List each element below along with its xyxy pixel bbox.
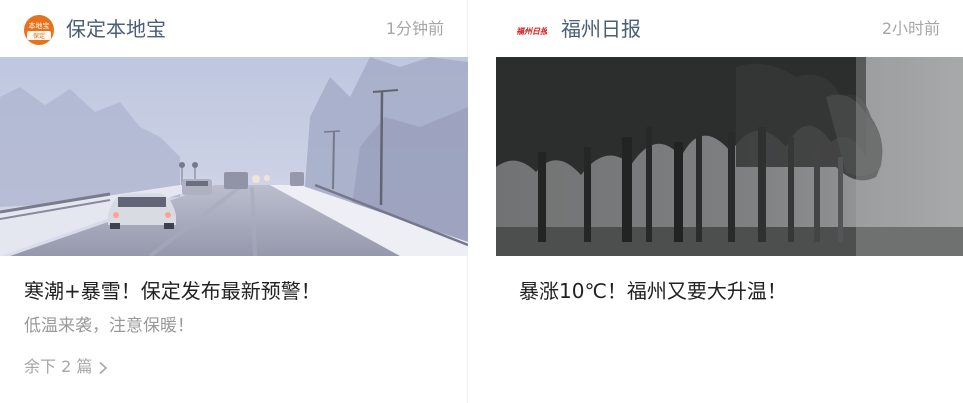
news-feed: 本地宝 保定 保定本地宝 1分钟前 寒潮+暴雪！保定发布最新预警！ 低温来袭，注…: [0, 0, 963, 403]
orange-badge-icon[interactable]: 本地宝 保定: [24, 15, 54, 45]
chevron-right-icon: [99, 361, 108, 374]
source-name[interactable]: 保定本地宝: [66, 14, 166, 44]
more-label: 余下 2 篇: [24, 357, 93, 376]
headline[interactable]: 暴涨10℃！福州又要大升温！: [519, 276, 787, 306]
logo-text-top: 本地宝: [29, 21, 50, 30]
news-card-fuzhou[interactable]: 福州日报 福州日报 2小时前 暴涨10℃！福州又要大升温！: [495, 0, 963, 403]
logo-text: 福州日报: [517, 26, 547, 36]
summary: 低温来袭，注意保暖！: [24, 316, 194, 336]
foggy-trees-photo[interactable]: [496, 57, 963, 256]
timestamp: 1分钟前: [385, 19, 444, 38]
red-calligraphy-logo-icon[interactable]: 福州日报: [517, 15, 547, 45]
news-card-baoding[interactable]: 本地宝 保定 保定本地宝 1分钟前 寒潮+暴雪！保定发布最新预警！ 低温来袭，注…: [0, 0, 468, 403]
snowy-highway-photo[interactable]: [0, 57, 468, 256]
card-header: 本地宝 保定 保定本地宝 1分钟前: [0, 0, 468, 56]
more-articles-link[interactable]: 余下 2 篇: [24, 354, 108, 380]
timestamp: 2小时前: [881, 19, 940, 38]
card-header: 福州日报 福州日报 2小时前: [495, 0, 963, 56]
headline[interactable]: 寒潮+暴雪！保定发布最新预警！: [24, 276, 321, 306]
logo-text-bottom: 保定: [33, 32, 45, 40]
source-name[interactable]: 福州日报: [561, 14, 641, 44]
